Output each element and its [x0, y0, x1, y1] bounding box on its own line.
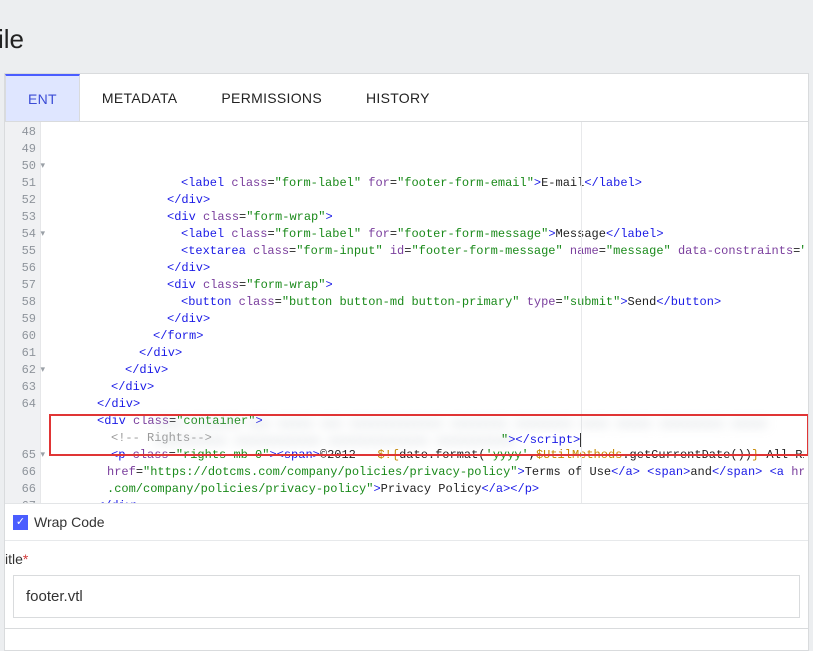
tab-metadata[interactable]: METADATA — [80, 74, 200, 121]
code-line[interactable]: </div> — [55, 379, 804, 396]
code-line[interactable]: </div> — [55, 260, 804, 277]
tab-content[interactable]: ENT — [5, 74, 80, 121]
next-section-sliver — [4, 629, 809, 651]
code-line[interactable]: <button class="button button-md button-p… — [55, 294, 804, 311]
code-area[interactable]: <label class="form-label" for="footer-fo… — [41, 122, 808, 503]
code-line[interactable]: <label class="form-label" for="footer-fo… — [55, 226, 804, 243]
content-panel: ENT METADATA PERMISSIONS HISTORY 4849505… — [4, 73, 809, 629]
print-margin — [581, 122, 582, 503]
required-mark: * — [23, 551, 28, 567]
title-field-label: itle* — [5, 541, 808, 569]
title-input[interactable]: footer.vtl — [13, 575, 800, 618]
code-line[interactable]: <p class="rights mb-0"><span>©2012 - $!{… — [55, 447, 804, 464]
code-line[interactable]: </form> — [55, 328, 804, 345]
code-line[interactable]: href="https://dotcms.com/company/policie… — [55, 464, 804, 481]
line-gutter: 4849505152535455565758596061626364656666… — [5, 122, 41, 503]
wrap-code-checkbox[interactable] — [13, 515, 28, 530]
code-line[interactable]: <!-- Rights--> — [55, 430, 804, 447]
code-line[interactable]: </div> — [55, 396, 804, 413]
wrap-code-row: Wrap Code — [5, 504, 808, 541]
code-line[interactable]: .com/company/policies/privacy-policy">Pr… — [55, 481, 804, 498]
code-line[interactable]: <div class="form-wrap"> — [55, 209, 804, 226]
tab-history[interactable]: HISTORY — [344, 74, 452, 121]
code-line[interactable]: </div> — [55, 311, 804, 328]
code-line[interactable]: </div> — [55, 192, 804, 209]
code-editor[interactable]: 4849505152535455565758596061626364656666… — [5, 122, 808, 504]
code-line[interactable]: </div> — [55, 345, 804, 362]
code-line[interactable]: <div class="form-wrap"> — [55, 277, 804, 294]
tab-permissions[interactable]: PERMISSIONS — [199, 74, 344, 121]
code-line[interactable]: </div> — [55, 362, 804, 379]
code-line[interactable]: <label class="form-label" for="footer-fo… — [55, 175, 804, 192]
code-line[interactable]: <div class="container"> — [55, 413, 804, 430]
wrap-code-label: Wrap Code — [34, 514, 105, 530]
page-title: ile — [0, 0, 813, 73]
tab-bar: ENT METADATA PERMISSIONS HISTORY — [5, 74, 808, 122]
code-line[interactable]: </div> — [55, 498, 804, 503]
code-line[interactable]: <textarea class="form-input" id="footer-… — [55, 243, 804, 260]
